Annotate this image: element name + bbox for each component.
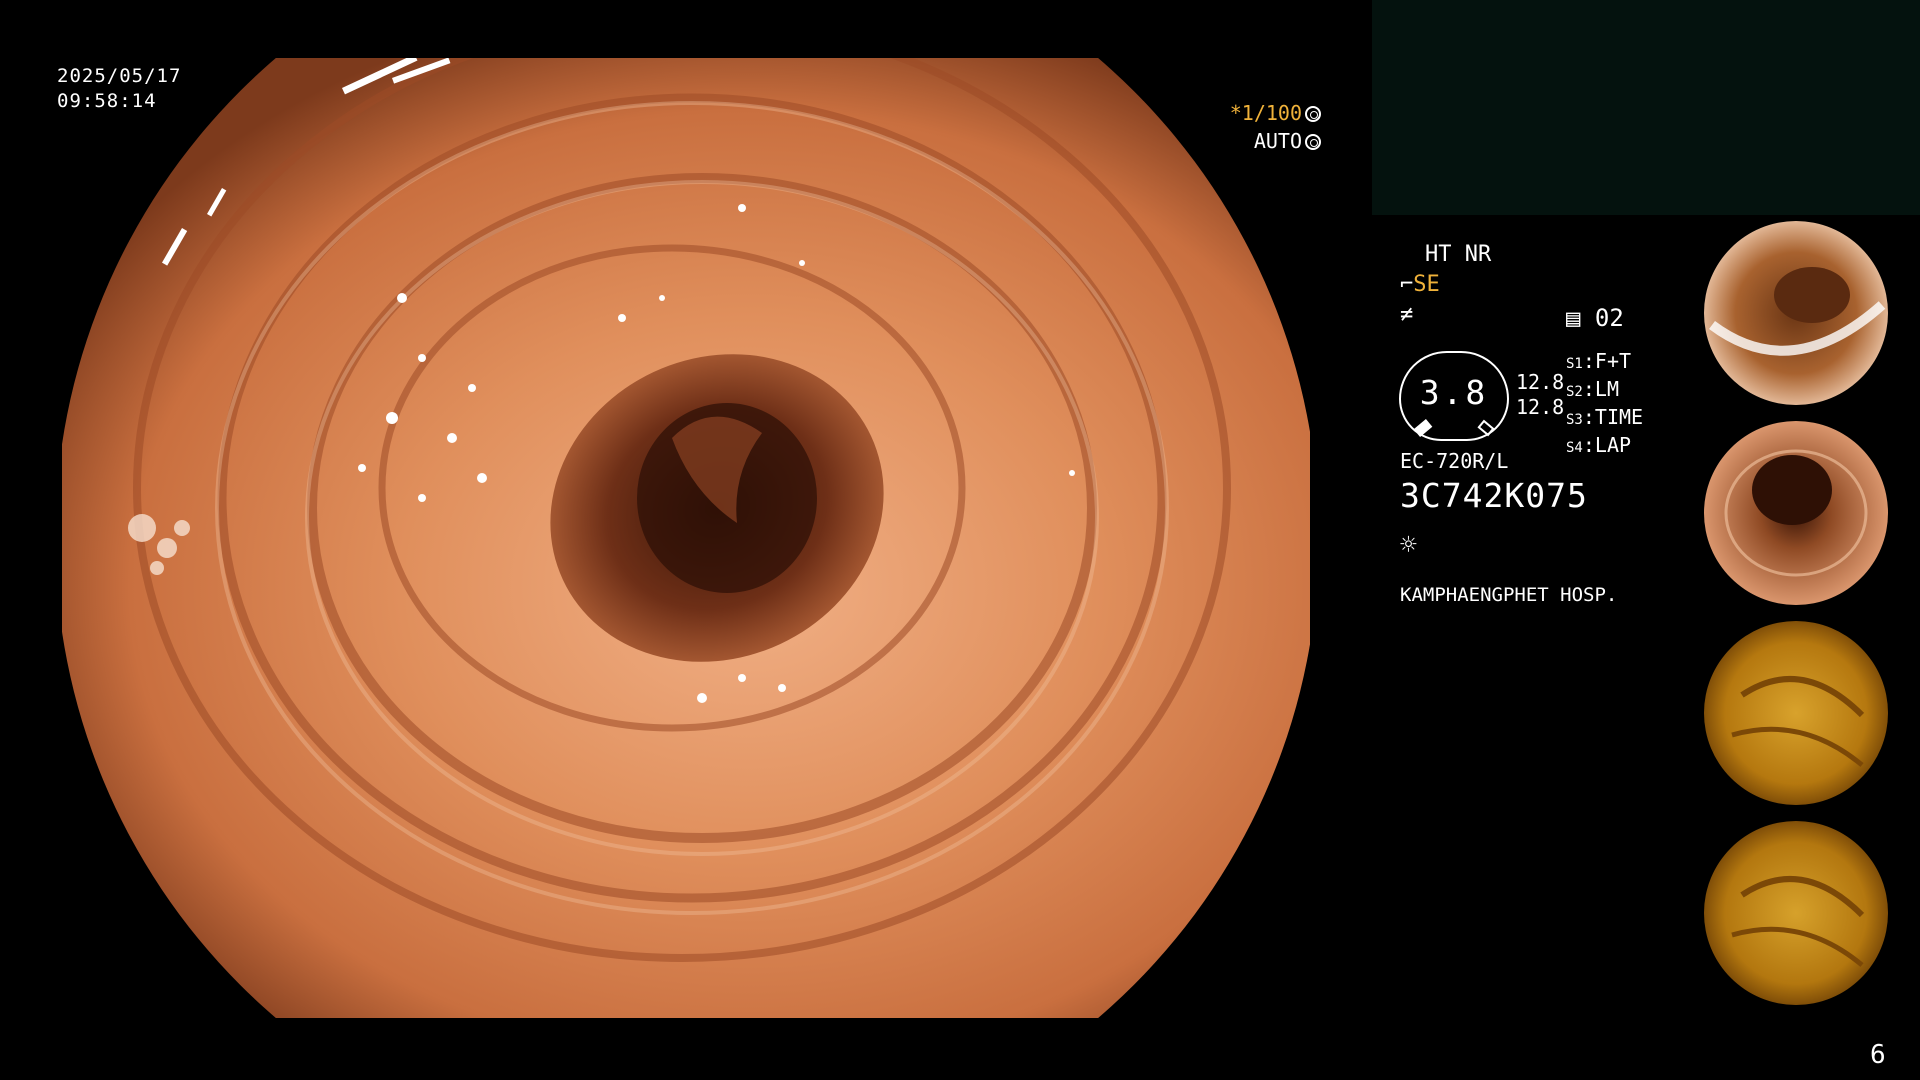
- shutter-speed: 1/100: [1241, 101, 1302, 125]
- thumbnail-3[interactable]: [1672, 615, 1920, 810]
- mode-row: ⌐SE: [1400, 272, 1440, 297]
- time-text: 09:58:14: [57, 90, 157, 112]
- thumbnail-1[interactable]: [1672, 215, 1920, 410]
- channel-icon: ▤: [1566, 304, 1581, 332]
- s-button-2: S2:LM: [1566, 377, 1619, 401]
- thumbnail-2[interactable]: [1672, 415, 1920, 610]
- page-number: 6: [1870, 1040, 1886, 1070]
- side-value-1: 12.8: [1516, 370, 1565, 394]
- enhance-icon: ⌐: [1400, 272, 1414, 297]
- scope-serial: 3C742K075: [1400, 476, 1588, 515]
- s-button-list: S1:F+T S2:LM S3:TIME S4:LAP: [1566, 349, 1643, 461]
- gauge-display: 3.8: [1399, 351, 1509, 441]
- channel-row: ▤ 02: [1566, 304, 1624, 332]
- shutter-prefix: *: [1229, 101, 1242, 125]
- exposure-mode: AUTO: [1253, 129, 1302, 153]
- gauge-value: 3.8: [1419, 373, 1489, 412]
- color-icon: ≠: [1400, 302, 1414, 327]
- s-button-4: S4:LAP: [1566, 433, 1632, 457]
- shutter-icon: [1305, 106, 1321, 122]
- gauge-left-marker: [1413, 419, 1433, 437]
- gauge-right-marker: [1477, 419, 1495, 437]
- s-button-3: S3:TIME: [1566, 405, 1644, 429]
- ht-nr-label: HT NR: [1425, 242, 1492, 267]
- scope-model: EC-720R/L: [1400, 449, 1509, 473]
- date-text: 2025/05/17: [57, 65, 182, 87]
- thumbnail-4[interactable]: [1672, 815, 1920, 1010]
- iris-icon: [1305, 134, 1321, 150]
- endoscope-main-view: [62, 58, 1310, 1018]
- hospital-name: KAMPHAENGPHET HOSP.: [1400, 584, 1618, 606]
- s-button-1: S1:F+T: [1566, 349, 1632, 373]
- mode-label: SE: [1413, 272, 1440, 297]
- shutter-overlay: *1/100 AUTO: [1228, 99, 1321, 155]
- date-time-overlay: 2025/05/17 09:58:14: [57, 64, 181, 114]
- preview-panel: [1372, 0, 1920, 215]
- side-value-2: 12.8: [1516, 395, 1565, 419]
- channel-number: 02: [1594, 304, 1624, 332]
- gauge-side-values: 12.8 12.8: [1516, 370, 1564, 420]
- brightness-icon: ☼: [1400, 528, 1417, 561]
